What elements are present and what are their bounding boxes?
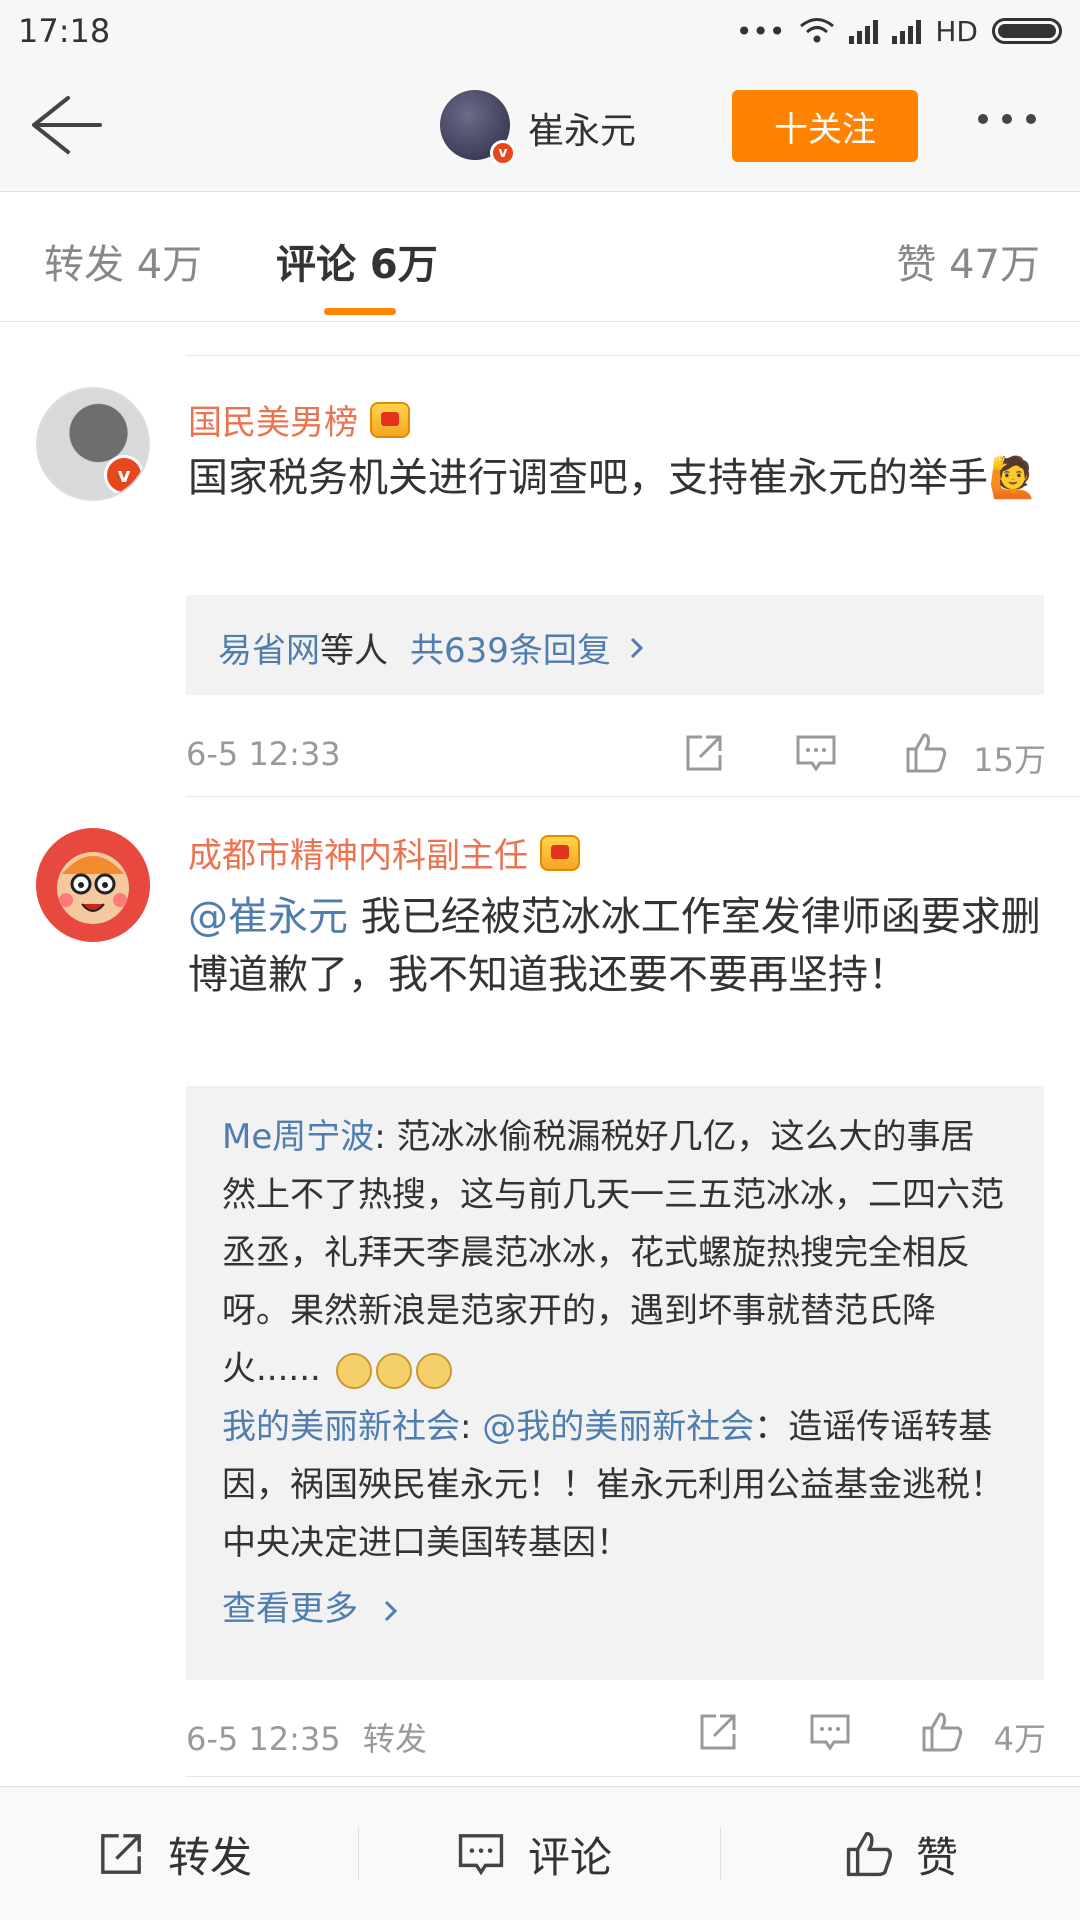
share-icon[interactable] bbox=[696, 1710, 740, 1754]
crown-icon bbox=[540, 834, 580, 871]
divider bbox=[186, 796, 1080, 797]
reply-item[interactable]: 我的美丽新社会: @我的美丽新社会：造谣传谣转基因，祸国殃民崔永元！！崔永元利用… bbox=[186, 1398, 1044, 1572]
top-nav: v 崔永元 十关注 bbox=[0, 62, 1080, 192]
status-icons: ••• HD bbox=[736, 15, 1062, 48]
separator bbox=[720, 1827, 721, 1881]
reply-item[interactable]: Me周宁波: 范冰冰偷税漏税好几亿，这么大的事居然上不了热搜，这与前几天一三五范… bbox=[186, 1108, 1044, 1398]
chevron-right-icon bbox=[384, 1600, 397, 1621]
comment-author[interactable]: 国民美男榜 bbox=[188, 395, 410, 444]
reply-count-link[interactable]: 共639条回复 bbox=[410, 623, 611, 672]
comment-icon[interactable] bbox=[794, 731, 838, 775]
status-bar: 17:18 ••• HD bbox=[0, 0, 1080, 62]
doge-emoji-icon bbox=[415, 1352, 452, 1389]
divider bbox=[186, 355, 1080, 356]
comment-text: @崔永元 我已经被范冰冰工作室发律师函要求删博道歉了，我不知道我还要不要再坚持！ bbox=[188, 888, 1048, 1004]
doge-emoji-icon bbox=[335, 1352, 372, 1389]
reply-text: : 范冰冰偷税漏税好几亿，这么大的事居然上不了热搜，这与前几天一三五范冰冰，二四… bbox=[222, 1117, 1004, 1389]
author-name[interactable]: 国民美男榜 bbox=[188, 395, 358, 444]
avatar[interactable] bbox=[36, 828, 150, 942]
comment-text: 国家税务机关进行调查吧，支持崔永元的举手🙋 bbox=[188, 449, 1048, 507]
like-count: 4万 bbox=[993, 1720, 1046, 1758]
cartoon-avatar-icon bbox=[57, 852, 129, 924]
forward-button[interactable]: 转发 bbox=[96, 1787, 252, 1920]
separator bbox=[358, 1827, 359, 1881]
thumbs-up-icon[interactable] bbox=[904, 731, 948, 775]
comment-label: 评论 bbox=[528, 1832, 613, 1882]
signal-icon-2 bbox=[892, 18, 922, 44]
crown-icon bbox=[370, 401, 410, 438]
author-name[interactable]: 成都市精神内科副主任 bbox=[188, 828, 528, 877]
like-button[interactable]: 赞 bbox=[844, 1787, 958, 1920]
like-count: 15万 bbox=[973, 741, 1046, 779]
reply-summary[interactable]: 易省网 等人 共639条回复 bbox=[186, 595, 1044, 700]
view-more-label[interactable]: 查看更多 bbox=[222, 1589, 358, 1629]
verified-badge-icon: v bbox=[490, 140, 516, 166]
comment-button[interactable]: 评论 bbox=[456, 1787, 612, 1920]
comment-icon bbox=[458, 1834, 504, 1876]
avatar[interactable]: v bbox=[36, 387, 150, 501]
comment-meta: 6-5 12:33 15万 bbox=[186, 725, 1046, 785]
network-type: HD bbox=[935, 14, 978, 48]
replies-box[interactable]: Me周宁波: 范冰冰偷税漏税好几亿，这么大的事居然上不了热搜，这与前几天一三五范… bbox=[186, 1086, 1044, 1680]
reply-user-link[interactable]: Me周宁波 bbox=[222, 1117, 374, 1157]
wifi-icon bbox=[800, 18, 835, 43]
thumbs-up-icon bbox=[846, 1831, 892, 1877]
back-arrow-icon[interactable] bbox=[28, 90, 104, 160]
comment-time: 6-5 12:33 bbox=[186, 735, 341, 773]
comment-time: 6-5 12:35 bbox=[186, 1720, 341, 1758]
reply-separator: : bbox=[460, 1407, 483, 1447]
reply-user-link[interactable]: 易省网 bbox=[218, 623, 320, 672]
battery-icon bbox=[992, 18, 1062, 44]
reply-user-link[interactable]: 我的美丽新社会 bbox=[222, 1407, 460, 1447]
reply-summary-box[interactable]: 易省网 等人 共639条回复 bbox=[186, 595, 1044, 695]
more-options-icon[interactable] bbox=[978, 114, 1036, 124]
like-label: 赞 bbox=[916, 1832, 959, 1882]
divider bbox=[186, 1776, 1080, 1777]
signal-icon bbox=[849, 18, 879, 44]
share-icon bbox=[101, 1834, 141, 1874]
forward-label: 转发 bbox=[168, 1832, 253, 1882]
forward-link[interactable]: 转发 bbox=[363, 1720, 427, 1758]
status-time: 17:18 bbox=[18, 12, 111, 50]
tab-bar: 转发 4万 评论 6万 赞 47万 bbox=[0, 192, 1080, 322]
avatar[interactable]: v bbox=[440, 90, 516, 166]
verified-badge-icon: v bbox=[104, 455, 144, 495]
active-tab-indicator bbox=[324, 308, 396, 315]
tab-like[interactable]: 赞 47万 bbox=[896, 232, 1040, 290]
nav-username[interactable]: 崔永元 bbox=[528, 102, 636, 154]
view-more-link[interactable]: 查看更多 bbox=[186, 1580, 1044, 1638]
raise-hand-emoji-icon: 🙋 bbox=[988, 455, 1038, 501]
tab-forward[interactable]: 转发 4万 bbox=[44, 232, 202, 290]
chevron-right-icon bbox=[630, 637, 644, 658]
comment-body: 国家税务机关进行调查吧，支持崔永元的举手 bbox=[188, 455, 988, 501]
share-icon[interactable] bbox=[682, 731, 726, 775]
follow-button[interactable]: 十关注 bbox=[732, 90, 918, 162]
comment-author[interactable]: 成都市精神内科副主任 bbox=[188, 828, 580, 877]
mention-link[interactable]: @崔永元 bbox=[188, 894, 348, 940]
mention-link[interactable]: @我的美丽新社会 bbox=[482, 1407, 754, 1447]
doge-emoji-icon bbox=[375, 1352, 412, 1389]
comment-time-wrap: 6-5 12:35 转发 bbox=[186, 1714, 427, 1760]
comment-icon[interactable] bbox=[808, 1710, 852, 1754]
reply-middle-text: 等人 bbox=[320, 631, 388, 671]
more-dots-icon: ••• bbox=[735, 14, 786, 48]
bottom-action-bar: 转发 评论 赞 bbox=[0, 1786, 1080, 1920]
comment-meta: 6-5 12:35 转发 4万 bbox=[186, 1704, 1046, 1764]
thumbs-up-icon[interactable] bbox=[920, 1710, 964, 1754]
tab-comment[interactable]: 评论 6万 bbox=[276, 232, 438, 290]
